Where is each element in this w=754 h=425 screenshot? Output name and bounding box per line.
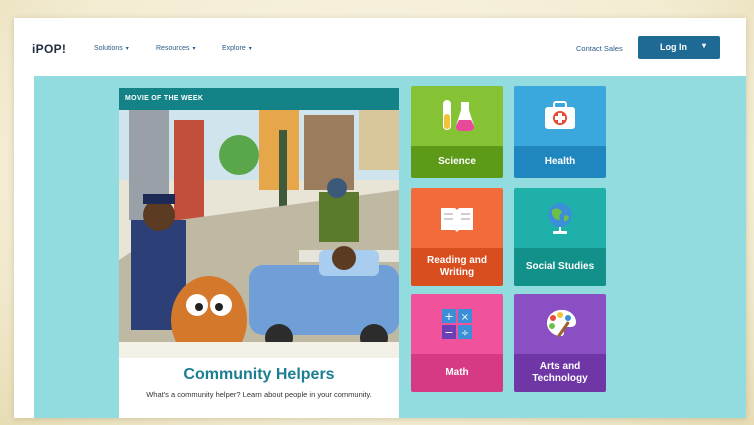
login-label: Log In — [660, 42, 687, 52]
svg-text:×: × — [461, 312, 469, 323]
tile-health[interactable]: Health — [514, 86, 606, 178]
tile-health-label: Health — [514, 146, 606, 178]
tile-math-label: Math — [411, 354, 503, 392]
tile-social-studies[interactable]: Social Studies — [514, 188, 606, 286]
movie-badge: MOVIE OF THE WEEK — [119, 88, 399, 110]
login-button[interactable]: Log In ▾ — [638, 36, 720, 59]
first-aid-kit-icon — [545, 101, 575, 129]
movie-description: What's a community helper? Learn about p… — [146, 390, 372, 399]
tile-arts-technology[interactable]: Arts and Technology — [514, 294, 606, 392]
nav-explore-label: Explore — [222, 45, 246, 52]
flask-icon — [443, 100, 475, 132]
movie-badge-label: MOVIE OF THE WEEK — [125, 95, 204, 102]
palette-icon — [546, 309, 577, 338]
tile-reading-writing-label: Reading and Writing — [411, 248, 503, 286]
book-icon — [441, 208, 473, 232]
svg-text:−: − — [444, 326, 453, 339]
movie-of-the-week-card[interactable]: MOVIE OF THE WEEK Community Helpers What… — [119, 88, 399, 418]
contact-sales-link[interactable]: Contact Sales — [576, 44, 623, 53]
tile-science-label: Science — [411, 146, 503, 178]
nav-resources[interactable]: Resources ▾ — [156, 45, 195, 52]
nav-explore[interactable]: Explore ▾ — [222, 45, 252, 52]
top-navbar: iPOP! Solutions ▾ Resources ▾ Explore ▾ Con… — [14, 18, 746, 76]
svg-text:+: + — [444, 310, 453, 323]
chevron-down-icon[interactable]: ▾ — [702, 41, 706, 50]
tile-science[interactable]: Science — [411, 86, 503, 178]
nav-solutions[interactable]: Solutions ▾ — [94, 45, 129, 52]
chevron-down-icon: ▾ — [192, 46, 196, 52]
nav-resources-label: Resources — [156, 45, 190, 52]
chevron-down-icon: ▾ — [248, 46, 252, 52]
nav-solutions-label: Solutions — [94, 45, 123, 52]
movie-title[interactable]: Community Helpers — [119, 366, 399, 384]
tile-social-studies-label: Social Studies — [514, 248, 606, 286]
calculator-icon: + × − ÷ — [442, 309, 472, 339]
globe-icon — [548, 203, 572, 234]
svg-text:÷: ÷ — [461, 328, 469, 339]
tile-arts-technology-label: Arts and Technology — [514, 354, 606, 392]
site-logo[interactable]: iPOP! — [32, 42, 66, 56]
browser-screen: iPOP! Solutions ▾ Resources ▾ Explore ▾ Con… — [14, 18, 746, 418]
movie-illustration[interactable] — [119, 110, 399, 358]
chevron-down-icon: ▾ — [125, 46, 129, 52]
tile-math[interactable]: + × − ÷ Math — [411, 294, 503, 392]
tile-reading-writing[interactable]: Reading and Writing — [411, 188, 503, 286]
